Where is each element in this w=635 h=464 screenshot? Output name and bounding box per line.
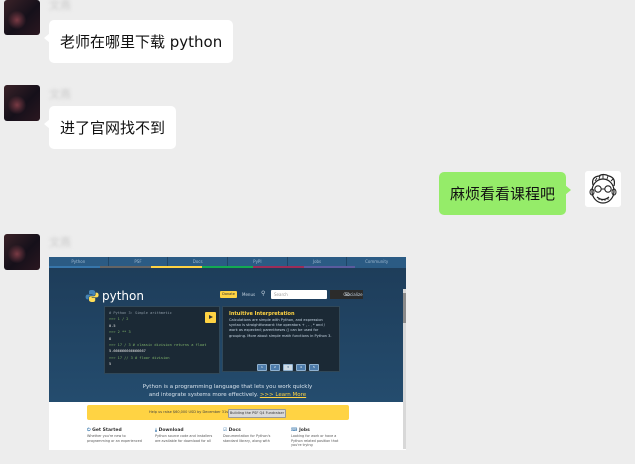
- python-search-input: Search: [271, 290, 327, 299]
- code-line: # Python 3: Simple arithmetic: [109, 311, 172, 315]
- power-icon: ⏻: [87, 428, 91, 433]
- feature-columns: ⏻ Get Started Whether you're new to prog…: [87, 428, 349, 448]
- python-logo: python: [85, 288, 145, 304]
- message-bubble[interactable]: 进了官网找不到: [43, 106, 177, 149]
- feature-docs: ☑ Docs Documentation for Python's standa…: [223, 428, 281, 448]
- info-text: Calculations are simple with Python, and…: [229, 318, 332, 338]
- nav-menus: Menus: [242, 292, 256, 297]
- feature-text: Looking for work or have a Python relate…: [291, 434, 339, 448]
- feature-title: Jobs: [299, 428, 310, 433]
- feature-text: Documentation for Python's standard libr…: [223, 434, 271, 443]
- feature-get-started: ⏻ Get Started Whether you're new to prog…: [87, 428, 145, 448]
- code-line: 5: [109, 362, 112, 367]
- image-scrollbar: [403, 289, 406, 449]
- message-text: 进了官网找不到: [60, 118, 166, 137]
- my-avatar[interactable]: [585, 171, 621, 207]
- message-bubble[interactable]: 老师在哪里下载 python: [43, 20, 234, 63]
- pager-dot: 1: [257, 364, 267, 371]
- python-hero: python Donate Menus ⚲ Search GO AA Socia…: [49, 268, 406, 402]
- topnav-tab: Docs: [167, 257, 227, 266]
- topnav-tab: PSF: [107, 257, 168, 266]
- donate-button: Donate: [220, 291, 237, 298]
- contact-avatar[interactable]: [4, 234, 40, 270]
- tagline-line-1: Python is a programming language that le…: [142, 384, 313, 390]
- info-panel: Intuitive Interpretation Calculations ar…: [222, 306, 340, 372]
- sender-name: 文燕: [49, 236, 71, 249]
- code-sample-panel: # Python 3: Simple arithmetic >>> 1 / 2 0.…: [104, 306, 220, 374]
- topnav-tab: Jobs: [286, 257, 347, 266]
- sender-name: 文燕: [49, 0, 71, 12]
- cartoon-face-icon: [585, 171, 621, 207]
- run-code-icon: [205, 312, 216, 323]
- feature-title: Docs: [228, 428, 241, 433]
- pager-dot: 5: [309, 364, 319, 371]
- sender-name: 文燕: [49, 88, 71, 101]
- fundraiser-text: Help us raise $60,000 USD by December 31…: [149, 410, 231, 414]
- feature-title: Get Started: [92, 428, 122, 433]
- python-topnav: Python PSF Docs PyPI Jobs Community: [49, 257, 406, 266]
- my-message-bubble[interactable]: 麻烦看看课程吧: [439, 172, 572, 215]
- python-logo-text: python: [102, 289, 144, 303]
- message-text: 麻烦看看课程吧: [450, 184, 556, 203]
- python-tagline: Python is a programming language that le…: [49, 383, 406, 399]
- message-text: 老师在哪里下载 python: [60, 32, 223, 51]
- python-logo-icon: [85, 290, 99, 302]
- topnav-tab: PyPI: [227, 257, 287, 266]
- fundraiser-button: Building the PSF Q4 Fundraiser: [228, 409, 286, 418]
- pager-dot: 2: [270, 364, 280, 371]
- feature-download: ⤓ Download Python source code and instal…: [155, 428, 213, 448]
- contact-avatar[interactable]: [4, 0, 40, 35]
- pager-dot-active: 3: [283, 364, 293, 371]
- contact-avatar[interactable]: [4, 85, 40, 121]
- slide-pager: 1 2 3 4 5: [257, 364, 319, 371]
- feature-text: Python source code and installers are av…: [155, 434, 213, 443]
- feature-text: Whether you're new to programming or an …: [87, 434, 142, 443]
- info-title: Intuitive Interpretation: [229, 311, 295, 317]
- jobs-icon: ⌨: [291, 428, 298, 433]
- feature-title: Download: [158, 428, 184, 433]
- image-message-python-website[interactable]: Python PSF Docs PyPI Jobs Community pyth…: [49, 257, 406, 450]
- topnav-tab: Python: [71, 259, 86, 264]
- feature-jobs: ⌨ Jobs Looking for work or have a Python…: [291, 428, 349, 448]
- download-icon: ⤓: [155, 428, 157, 433]
- fundraiser-banner: Help us raise $60,000 USD by December 31…: [87, 405, 349, 420]
- tagline-line-2: and integrate systems more effectively.: [148, 392, 259, 398]
- pager-dot: 4: [296, 364, 306, 371]
- search-icon: ⚲: [261, 290, 266, 297]
- topnav-tab: Community: [346, 257, 406, 266]
- learn-more-link: >>> Learn More: [259, 392, 307, 398]
- docs-icon: ☑: [223, 428, 228, 433]
- nav-socialize: Socialize: [345, 292, 363, 297]
